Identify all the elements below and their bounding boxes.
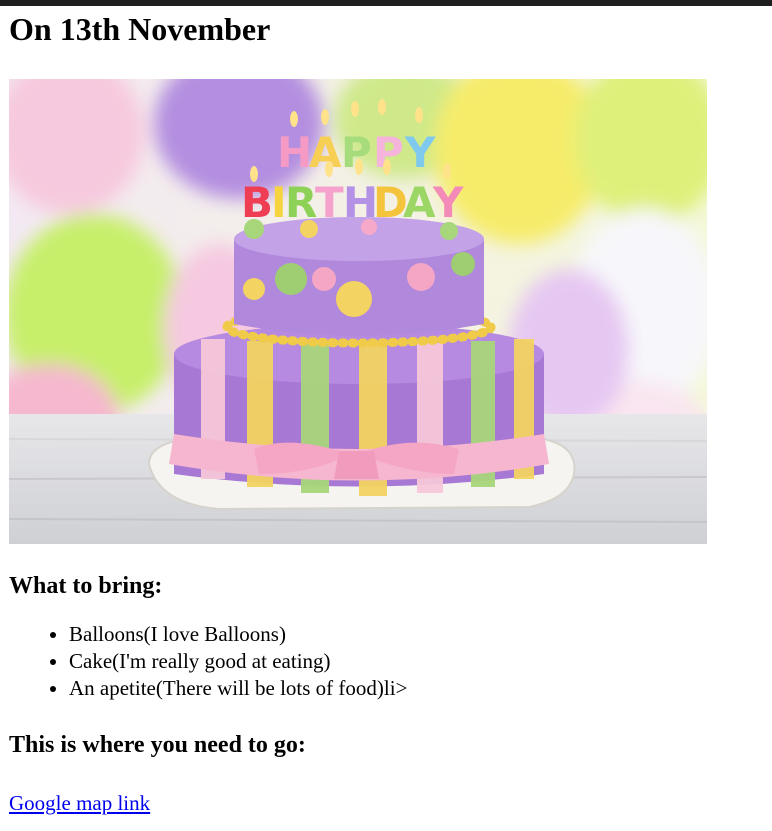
- svg-text:H: H: [277, 128, 312, 177]
- where-to-go-heading: This is where you need to go:: [9, 732, 306, 758]
- list-item: An apetite(There will be lots of food)li…: [69, 675, 764, 702]
- svg-text:Y: Y: [404, 128, 436, 177]
- page-title: On 13th November: [9, 11, 271, 47]
- svg-text:A: A: [403, 178, 436, 227]
- what-to-bring-heading: What to bring:: [9, 573, 163, 599]
- google-map-link[interactable]: Google map link: [9, 791, 150, 815]
- birthday-cake-image: H A P P Y B I R T H D A Y: [9, 79, 707, 544]
- svg-text:R: R: [285, 178, 317, 227]
- svg-text:B: B: [241, 178, 273, 227]
- svg-text:Y: Y: [432, 178, 464, 227]
- svg-text:T: T: [315, 178, 344, 227]
- bring-list: Balloons(I love Balloons) Cake(I'm reall…: [9, 621, 764, 702]
- list-item: Cake(I'm really good at eating): [69, 648, 764, 675]
- map-link-container: Google map link: [9, 789, 764, 820]
- page-content: On 13th November H A P P Y B I R T H D A…: [9, 6, 764, 820]
- list-item: Balloons(I love Balloons): [69, 621, 764, 648]
